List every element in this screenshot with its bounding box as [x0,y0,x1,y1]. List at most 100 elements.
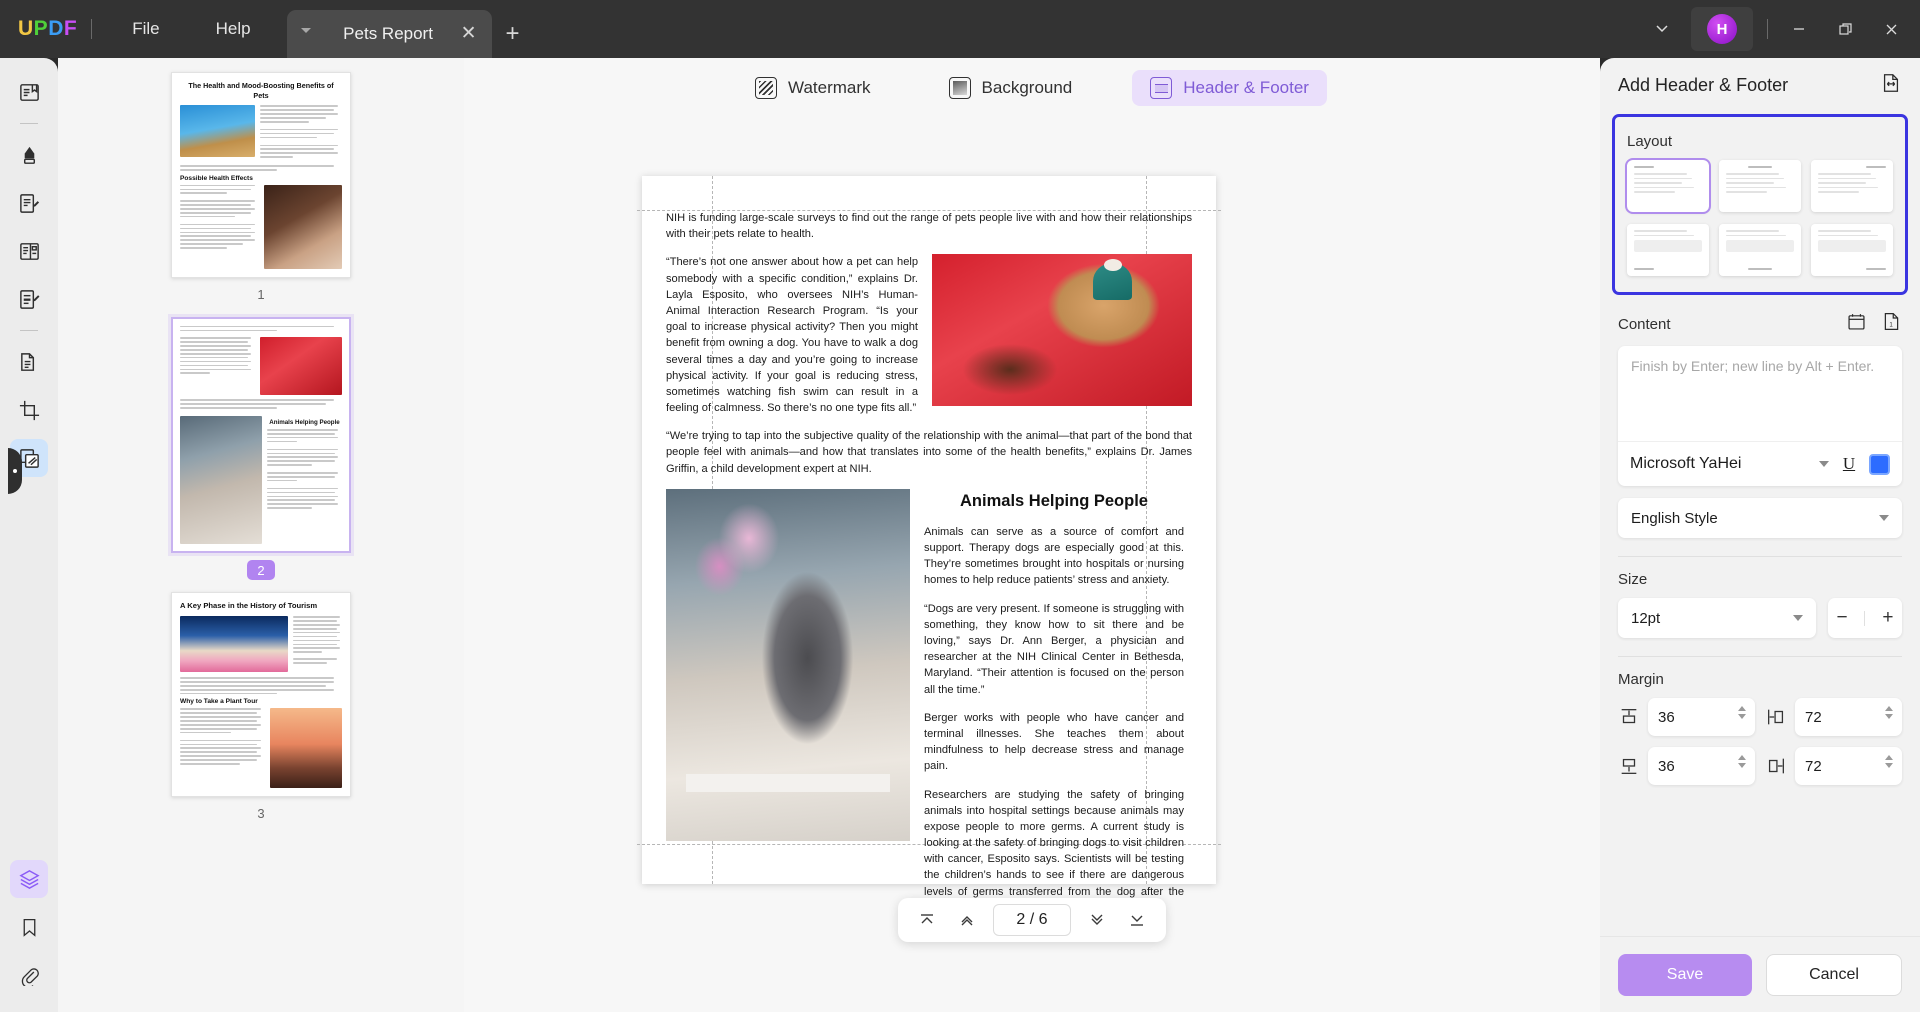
menu-help[interactable]: Help [188,0,279,58]
maximize-button[interactable] [1822,7,1868,51]
margin-top-spinner[interactable] [1738,706,1746,719]
title-bar: UPDF File Help Pets Report ✕ + H [0,0,1920,58]
layout-footer-right[interactable] [1811,224,1893,276]
tab-watermark[interactable]: Watermark [737,70,889,106]
thumbnail-panel[interactable]: The Health and Mood-Boosting Benefits of… [58,58,464,1012]
margin-bottom-icon [1618,755,1640,777]
document-scroll-area[interactable]: NIH is funding large-scale surveys to fi… [464,110,1600,956]
thumbnail-subheading: Animals Helping People [269,419,340,427]
page-number-icon[interactable]: 1 [1881,311,1902,337]
margin-bottom-spinner[interactable] [1738,755,1746,768]
tab-close-icon[interactable]: ✕ [458,23,480,45]
layout-header-center[interactable] [1719,160,1801,212]
rail-edit-icon[interactable] [10,184,48,222]
logo-letter-u: U [18,17,34,40]
margin-right-input[interactable]: 72 [1795,747,1902,785]
font-size-select[interactable]: 12pt [1618,598,1816,638]
apply-to-page-icon[interactable] [1880,72,1902,99]
margin-top-cell: 36 [1618,698,1755,736]
panel-collapse-handle[interactable] [8,448,22,494]
rail-bookmark-icon[interactable] [10,908,48,946]
document-page-2[interactable]: NIH is funding large-scale surveys to fi… [637,176,1221,914]
margin-bottom-input[interactable]: 36 [1648,747,1755,785]
margin-left-input[interactable]: 72 [1795,698,1902,736]
rail-layers-icon[interactable] [10,860,48,898]
chevron-down-icon[interactable] [1639,7,1685,51]
rail-attachment-icon[interactable] [10,956,48,994]
header-footer-panel: Add Header & Footer Layout Content 1 Fin… [1600,58,1920,1012]
thumbnail-title: The Health and Mood-Boosting Benefits of… [188,81,334,100]
size-increase-button[interactable]: + [1882,607,1893,629]
thumbnail-page-1[interactable]: The Health and Mood-Boosting Benefits of… [171,72,351,305]
margin-right-cell: 72 [1765,747,1902,785]
style-select[interactable]: English Style [1618,498,1902,538]
underline-button[interactable]: U [1837,454,1861,474]
margin-section-title: Margin [1618,671,1664,688]
save-button[interactable]: Save [1618,953,1752,996]
style-dropdown-icon[interactable] [1879,515,1889,521]
logo-divider [91,19,93,39]
rail-annotate-icon[interactable] [10,280,48,318]
layout-footer-center[interactable] [1719,224,1801,276]
first-page-button[interactable] [908,903,946,937]
menu-file[interactable]: File [104,0,187,58]
layout-header-left[interactable] [1625,158,1711,214]
close-window-button[interactable] [1868,7,1914,51]
content-section-header: Content 1 [1618,311,1902,337]
thumbnail-frame[interactable]: A Key Phase in the History of Tourism Wh… [171,592,351,798]
cancel-button[interactable]: Cancel [1766,953,1902,996]
rail-convert-icon[interactable] [10,343,48,381]
thumbnail-page-3[interactable]: A Key Phase in the History of Tourism Wh… [171,592,351,824]
minimize-button[interactable] [1776,7,1822,51]
rail-page-organize-icon[interactable] [10,232,48,270]
previous-page-button[interactable] [948,903,986,937]
last-page-button[interactable] [1118,903,1156,937]
account-button[interactable]: H [1691,7,1753,51]
font-dropdown-icon[interactable] [1819,461,1829,467]
size-dropdown-icon[interactable] [1793,615,1803,621]
watermark-icon [755,77,778,99]
content-textarea[interactable]: Finish by Enter; new line by Alt + Enter… [1618,346,1902,442]
window-divider [1767,19,1768,39]
thumbnail-frame-selected[interactable]: Animals Helping People [171,316,351,554]
margin-top-input[interactable]: 36 [1648,698,1755,736]
thumbnail-frame[interactable]: The Health and Mood-Boosting Benefits of… [171,72,351,278]
stepper-divider [1864,610,1866,626]
new-tab-button[interactable]: + [492,10,534,58]
tab-watermark-label: Watermark [788,78,871,97]
margin-right-spinner[interactable] [1885,755,1893,768]
panel-body: Layout Content 1 Finish by Enter; new li… [1600,112,1920,936]
text-color-swatch[interactable] [1869,453,1890,475]
rail-divider-2 [20,330,38,331]
layout-footer-left[interactable] [1627,224,1709,276]
rail-reader-icon[interactable] [10,73,48,111]
tab-dropdown-icon[interactable] [300,28,311,33]
page-number-input[interactable]: 2 / 6 [993,904,1071,936]
tab-background-label: Background [981,78,1073,97]
margin-top-icon [1618,706,1640,728]
tab-header-footer[interactable]: Header & Footer [1132,70,1327,106]
rail-crop-icon[interactable] [10,391,48,429]
margin-right-icon [1765,755,1787,777]
doc-two-column-block-2: Animals Helping People Animals can serve… [666,488,1192,928]
thumbnail-page-2[interactable]: Animals Helping People 2 [171,316,351,581]
layout-header-right[interactable] [1811,160,1893,212]
thumbnail-photo-cuba [180,616,288,673]
font-family-select[interactable]: Microsoft YaHei [1630,455,1811,473]
margin-left-spinner[interactable] [1885,706,1893,719]
panel-header: Add Header & Footer [1600,58,1920,112]
rail-highlight-icon[interactable] [10,136,48,174]
document-tab[interactable]: Pets Report ✕ [286,10,492,58]
next-page-button[interactable] [1078,903,1116,937]
size-section: Size 12pt − + [1600,571,1920,638]
margin-bottom-cell: 36 [1618,747,1755,785]
calendar-icon[interactable] [1846,311,1867,337]
tab-background[interactable]: Background [931,70,1091,106]
page-navigation: 2 / 6 [898,898,1166,942]
left-tool-rail [0,58,58,1012]
logo-letter-p: P [33,17,49,40]
thumbnail-photo-cat-tulips [180,416,262,545]
thumbnail-photo-dogs [264,184,342,269]
photo-dogs-holiday [932,254,1192,407]
size-decrease-button[interactable]: − [1836,607,1847,629]
